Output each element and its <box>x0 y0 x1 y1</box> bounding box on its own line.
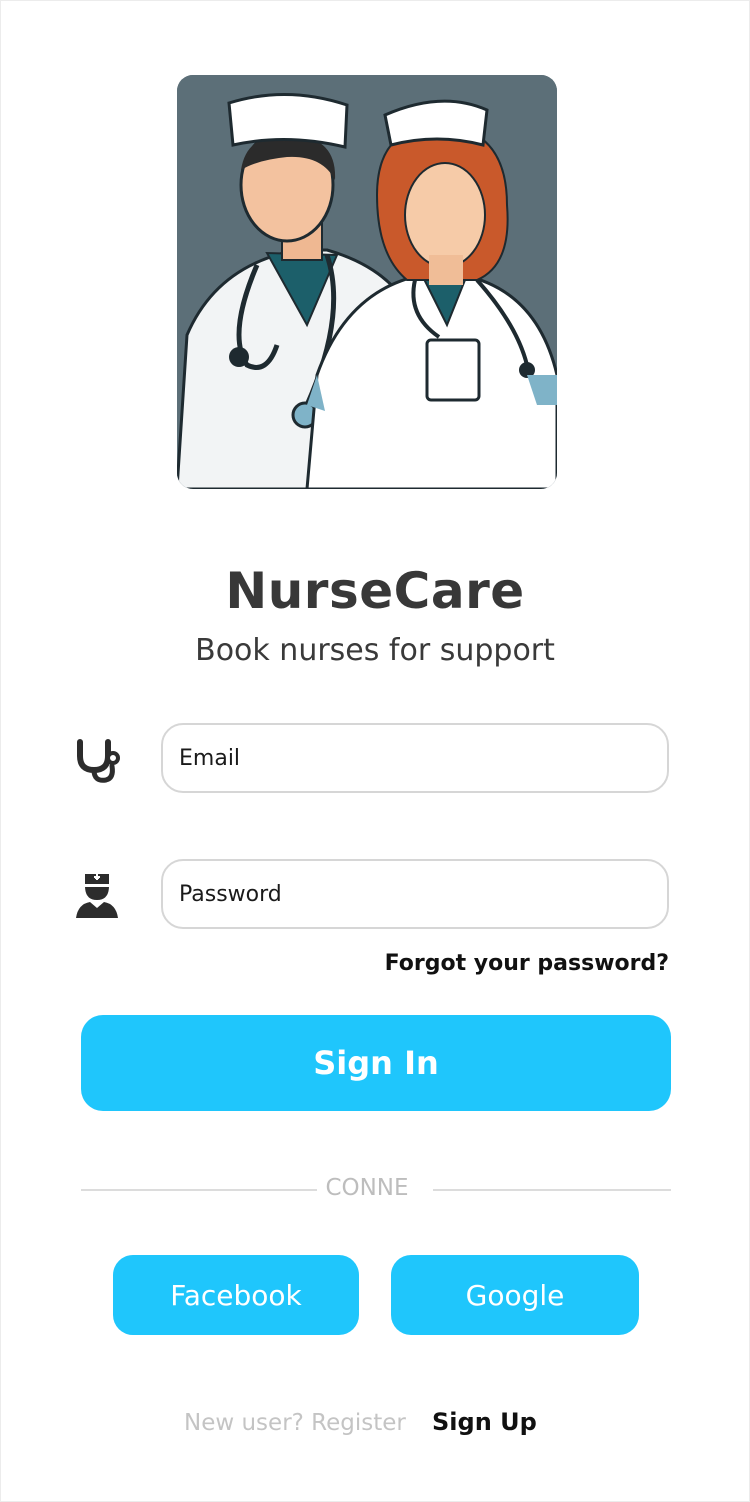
sign-in-button[interactable]: Sign In <box>81 1015 671 1111</box>
new-user-prompt: New user? Register <box>184 1410 406 1436</box>
divider-line-left <box>81 1189 317 1191</box>
app-title: NurseCare <box>225 562 525 620</box>
email-field[interactable] <box>161 723 669 793</box>
password-field[interactable] <box>161 859 669 929</box>
sign-up-link[interactable]: Sign Up <box>432 1408 537 1436</box>
divider-label: CONNE <box>325 1175 409 1201</box>
nurse-avatar-icon <box>72 870 122 920</box>
google-button[interactable]: Google <box>391 1255 639 1335</box>
forgot-password-link[interactable]: Forgot your password? <box>385 951 669 976</box>
facebook-button[interactable]: Facebook <box>113 1255 359 1335</box>
nurses-illustration <box>177 75 557 489</box>
stethoscope-icon <box>72 734 122 784</box>
divider-line-right <box>433 1189 671 1191</box>
app-subtitle: Book nurses for support <box>195 633 555 668</box>
